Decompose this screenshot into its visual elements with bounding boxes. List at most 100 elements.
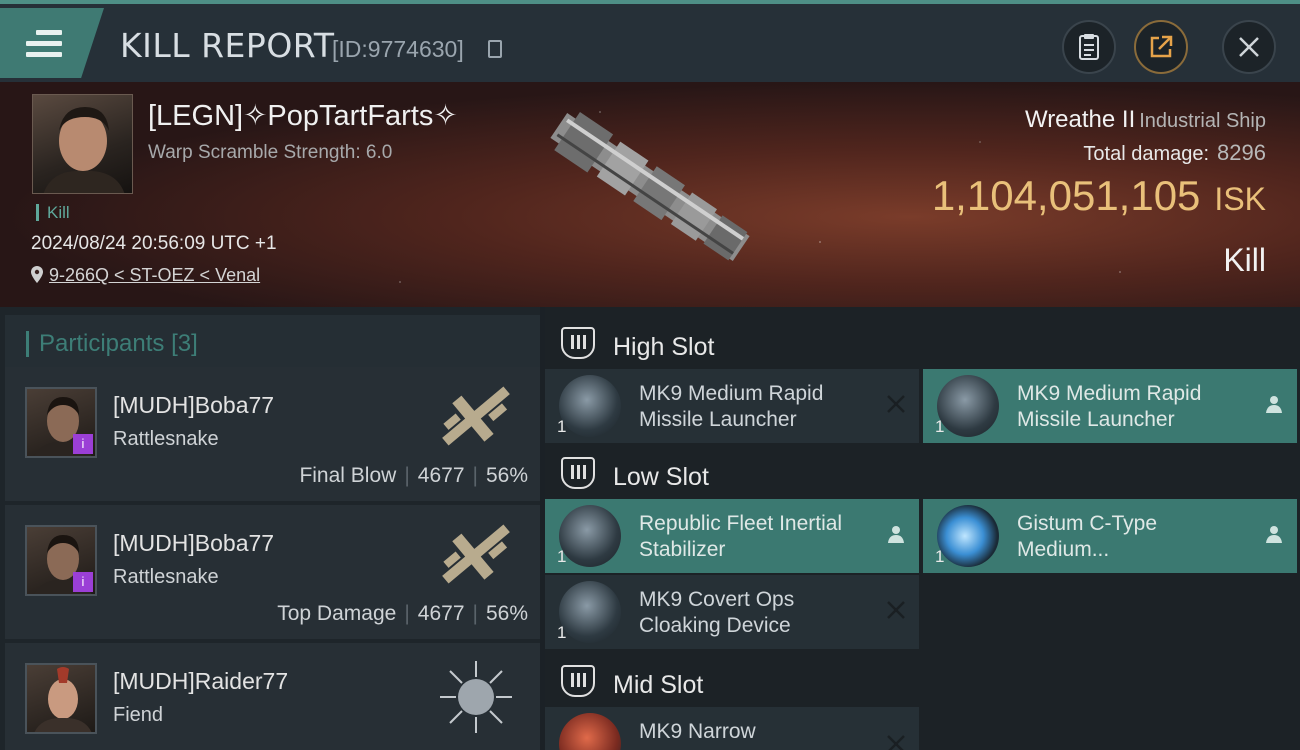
share-icon (1150, 35, 1173, 58)
victim-ship-image (550, 112, 750, 261)
menu-button[interactable] (0, 8, 104, 78)
fitted-item[interactable]: 1 MK9 Covert Ops Cloaking Device (545, 575, 919, 649)
participant-ship-image (440, 661, 512, 733)
item-quantity: 1 (557, 417, 567, 436)
victim-name[interactable]: [LEGN]✧PopTartFarts✧ (148, 98, 458, 133)
mid-slot-label: Mid Slot (613, 671, 704, 699)
fitted-item[interactable]: 1 MK9 Medium Rapid Missile Launcher (545, 369, 919, 443)
victim-avatar[interactable] (32, 94, 133, 194)
high-slot-header: High Slot (545, 315, 1300, 369)
participant-row[interactable]: i [MUDH]Boba77 Rattlesnake Final Blow | 46… (5, 367, 540, 501)
fitted-item[interactable]: 1 Gistum C-Type Medium... (923, 499, 1297, 573)
participant-damage: 4677 (417, 602, 465, 625)
participant-ship-image (442, 386, 510, 446)
cloaking-device-icon (559, 581, 621, 643)
kill-location[interactable]: 9-266Q < ST-OEZ < Venal (31, 265, 260, 286)
mid-slot-icon (561, 665, 595, 697)
participant-percent: 56% (485, 464, 528, 487)
participant-avatar[interactable]: i (25, 387, 97, 458)
location-pin-icon (31, 266, 43, 283)
item-quantity: 1 (557, 623, 567, 642)
high-slot-label: High Slot (613, 333, 715, 361)
destroyed-icon (887, 395, 905, 413)
participant-tag: Top Damage (277, 602, 397, 625)
total-damage-value: 8296 (1217, 140, 1266, 165)
item-name: MK9 Medium Rapid Missile Launcher (639, 382, 824, 431)
participant-stats: Final Blow | 4677 | 56% (299, 464, 528, 487)
dropped-person-icon (1266, 526, 1282, 543)
participant-name[interactable]: [MUDH]Boba77 (113, 530, 274, 557)
participants-title: Participants [3] (26, 331, 198, 357)
warp-scramble-strength: Warp Scramble Strength: 6.0 (148, 142, 393, 163)
victim-banner: [LEGN]✧PopTartFarts✧ Warp Scramble Stren… (0, 82, 1300, 307)
item-quantity: 1 (935, 547, 945, 566)
close-icon (1239, 37, 1259, 57)
participant-ship: Rattlesnake (113, 428, 219, 450)
participant-row[interactable]: i [MUDH]Boba77 Rattlesnake Top Damage | 46… (5, 505, 540, 639)
total-damage: Total damage: 8296 (1083, 140, 1266, 166)
participants-count: [3] (171, 330, 198, 357)
missile-launcher-icon (559, 375, 621, 437)
low-slot-icon (561, 457, 595, 489)
hamburger-icon (26, 30, 62, 63)
participant-damage: 4677 (417, 464, 465, 487)
clipboard-icon (1079, 34, 1099, 60)
participant-avatar[interactable] (25, 663, 97, 734)
kill-timestamp: 2024/08/24 20:56:09 UTC +1 (31, 233, 277, 254)
fitted-item[interactable]: 1 MK9 Medium Rapid Missile Launcher (923, 369, 1297, 443)
item-name: Gistum C-Type Medium... (1017, 512, 1158, 561)
kill-tag: Kill (36, 204, 70, 221)
destroyed-icon (887, 735, 905, 750)
destroyed-icon (887, 601, 905, 619)
missile-launcher-icon (937, 375, 999, 437)
participant-stats: Top Damage | 4677 | 56% (277, 602, 528, 625)
high-slot-icon (561, 327, 595, 359)
share-button[interactable] (1134, 20, 1188, 74)
participant-percent: 56% (485, 602, 528, 625)
location-link[interactable]: 9-266Q < ST-OEZ < Venal (49, 265, 260, 285)
victim-portrait-image (43, 107, 125, 193)
fitting-panel: High Slot 1 MK9 Medium Rapid Missile Lau… (545, 307, 1300, 750)
isk-amount: 1,104,051,105 (931, 172, 1201, 219)
corp-role-badge: i (73, 572, 93, 592)
inertial-stabilizer-icon (559, 505, 621, 567)
fitted-item[interactable]: MK9 Narrow (545, 707, 919, 750)
participant-name[interactable]: [MUDH]Raider77 (113, 668, 288, 695)
low-slot-header: Low Slot (545, 445, 1300, 499)
clipboard-button[interactable] (1062, 20, 1116, 74)
dropped-person-icon (1266, 396, 1282, 413)
ship-class: Industrial Ship (1139, 110, 1266, 132)
item-name: MK9 Medium Rapid Missile Launcher (1017, 382, 1202, 431)
copy-icon[interactable] (488, 40, 502, 58)
isk-unit: ISK (1214, 181, 1266, 217)
participant-row[interactable]: [MUDH]Raider77 Fiend (5, 643, 540, 750)
damage-control-icon (937, 505, 999, 567)
participant-tag: Final Blow (299, 464, 397, 487)
total-damage-label: Total damage: (1083, 143, 1210, 165)
participant-ship: Rattlesnake (113, 566, 219, 588)
low-slot-label: Low Slot (613, 463, 709, 491)
close-button[interactable] (1222, 20, 1276, 74)
participants-header: Participants [3] (5, 315, 540, 369)
participant-avatar[interactable]: i (25, 525, 97, 596)
item-quantity: 1 (935, 417, 945, 436)
isk-value: 1,104,051,105 ISK (932, 172, 1266, 220)
ship-name: Wreathe II (1024, 106, 1136, 133)
victim-ship[interactable]: Wreathe II Industrial Ship (1025, 106, 1266, 134)
item-name: MK9 Covert Ops Cloaking Device (639, 588, 795, 637)
fitted-item[interactable]: 1 Republic Fleet Inertial Stabilizer (545, 499, 919, 573)
report-id: [ID:9774630] (332, 36, 464, 62)
corp-role-badge: i (73, 434, 93, 454)
participants-panel: Participants [3] i [MUDH]Boba77 Rattlesn… (0, 307, 540, 750)
participant-ship-image (442, 524, 510, 584)
mid-slot-header: Mid Slot (545, 653, 1300, 707)
dropped-person-icon (888, 526, 904, 543)
page-title: KILL REPORT (120, 26, 335, 65)
kill-result: Kill (1223, 242, 1266, 278)
participant-ship: Fiend (113, 704, 164, 726)
warp-scrambler-icon (559, 713, 621, 750)
participant-name[interactable]: [MUDH]Boba77 (113, 392, 274, 419)
item-name: MK9 Narrow (639, 720, 756, 743)
participant-portrait-image (34, 667, 92, 732)
item-quantity: 1 (557, 547, 567, 566)
